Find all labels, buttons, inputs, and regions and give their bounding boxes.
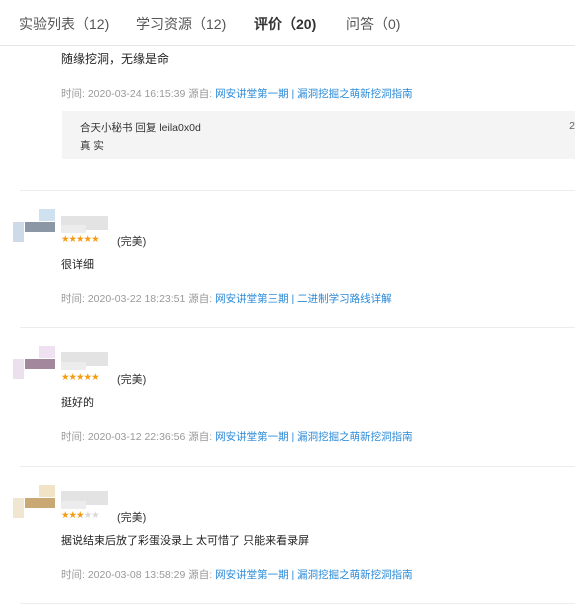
reply-author[interactable]: 合天小秘书: [80, 122, 133, 134]
review-meta: 时间: 2020-03-08 13:58:29 源自: 网安讲堂第一期 | 漏洞…: [61, 567, 413, 582]
review-text: 据说结束后放了彩蛋没录上 太可惜了 只能来看录屏: [61, 535, 310, 547]
source-label: 源自:: [188, 293, 213, 305]
source-label: 源自:: [188, 88, 213, 100]
reply-target[interactable]: leila0x0d: [159, 122, 200, 134]
source-label: 源自:: [188, 431, 213, 443]
tab-bar: 实验列表（12) 学习资源（12) 评价（20) 问答（0): [0, 0, 575, 46]
avatar[interactable]: [13, 485, 55, 527]
time-label: 时间:: [61, 431, 85, 443]
reply-time-truncated: 2: [569, 120, 575, 132]
reply-box: 合天小秘书 回复 leila0x0d 真 实 2: [62, 111, 575, 159]
reply-header: 合天小秘书 回复 leila0x0d: [80, 120, 201, 135]
course-link[interactable]: 网安讲堂第一期 | 漏洞挖掘之萌新挖洞指南: [215, 431, 413, 443]
review-meta: 时间: 2020-03-12 22:36:56 源自: 网安讲堂第一期 | 漏洞…: [61, 429, 413, 444]
review-time: 2020-03-24 16:15:39: [87, 88, 186, 100]
tab-experiments[interactable]: 实验列表（12): [19, 14, 109, 34]
review-time: 2020-03-12 22:36:56: [87, 431, 186, 443]
divider: [20, 466, 575, 467]
star-rating: ★★★★★: [61, 234, 100, 245]
rating-label: (完美): [117, 374, 147, 386]
review-time: 2020-03-22 18:23:51: [87, 293, 186, 305]
time-label: 时间:: [61, 88, 85, 100]
course-link[interactable]: 网安讲堂第三期 | 二进制学习路线详解: [215, 293, 392, 305]
star-rating: ★★★★★: [61, 510, 100, 521]
review-text: 很详细: [61, 259, 94, 271]
tab-qa[interactable]: 问答（0): [346, 14, 400, 34]
avatar[interactable]: [13, 346, 55, 388]
review-meta: 时间: 2020-03-22 18:23:51 源自: 网安讲堂第三期 | 二进…: [61, 291, 392, 306]
review-meta: 时间: 2020-03-24 16:15:39 源自: 网安讲堂第一期 | 漏洞…: [61, 86, 413, 101]
review-text: 随缘挖洞，无缘是命: [61, 52, 170, 66]
tab-reviews[interactable]: 评价（20): [254, 14, 316, 34]
rating-label: (完美): [117, 236, 147, 248]
rating-label: (完美): [117, 512, 147, 524]
time-label: 时间:: [61, 293, 85, 305]
course-link[interactable]: 网安讲堂第一期 | 漏洞挖掘之萌新挖洞指南: [215, 569, 413, 581]
star-rating: ★★★★★: [61, 372, 100, 383]
divider: [20, 190, 575, 191]
review-text: 挺好的: [61, 397, 94, 409]
time-label: 时间:: [61, 569, 85, 581]
reply-verb: 回复: [135, 122, 157, 134]
course-link[interactable]: 网安讲堂第一期 | 漏洞挖掘之萌新挖洞指南: [215, 88, 413, 100]
review-time: 2020-03-08 13:58:29: [87, 569, 186, 581]
username-blurred-tail: [61, 501, 86, 509]
tab-resources[interactable]: 学习资源（12): [136, 14, 226, 34]
username-blurred-tail: [61, 362, 86, 370]
divider: [20, 327, 575, 328]
username-blurred-tail: [61, 225, 86, 233]
divider: [20, 603, 575, 604]
reply-text: 真 实: [80, 140, 104, 152]
source-label: 源自:: [188, 569, 213, 581]
avatar[interactable]: [13, 209, 55, 251]
